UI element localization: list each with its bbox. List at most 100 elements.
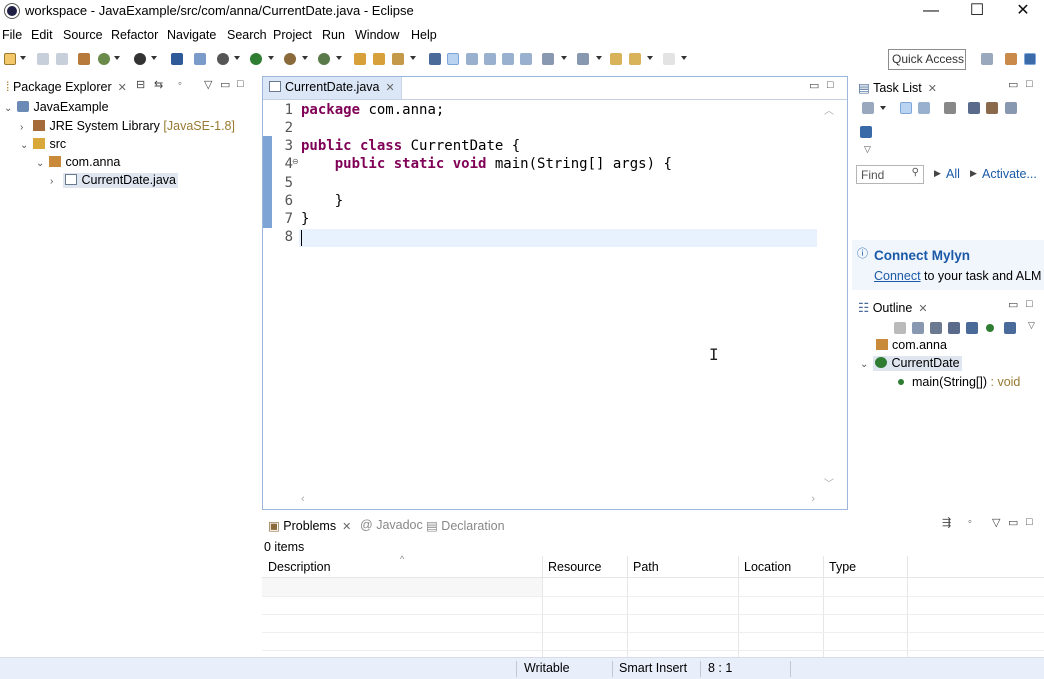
tree-jre-library[interactable]: › JRE System Library [JavaSE-1.8] [20, 119, 235, 137]
tree-src[interactable]: ⌄ src [20, 137, 66, 155]
column-header-location[interactable]: Location [744, 560, 791, 574]
close-icon[interactable]: ✕ [386, 82, 395, 94]
open-type-icon[interactable] [354, 53, 366, 65]
repository-icon[interactable] [860, 126, 872, 138]
close-icon[interactable]: ✕ [342, 521, 351, 533]
chevron-down-icon[interactable]: ▽ [992, 516, 1000, 529]
outline-method[interactable]: main(String[]) : void [898, 375, 1020, 393]
save-icon[interactable] [37, 53, 49, 65]
menu-refactor[interactable]: Refactor [111, 28, 158, 42]
run-icon[interactable] [250, 53, 262, 65]
word-wrap-icon[interactable] [484, 53, 496, 65]
maximize-icon[interactable]: □ [1026, 516, 1033, 528]
categorized-icon[interactable] [900, 102, 912, 114]
profile-icon[interactable] [134, 53, 146, 65]
java-ee-perspective-icon[interactable] [1005, 53, 1017, 65]
chevron-down-icon[interactable]: ▽ [864, 144, 871, 155]
connect-link[interactable]: Connect [874, 269, 921, 283]
menu-search[interactable]: Search [227, 28, 267, 42]
menu-help[interactable]: Help [411, 28, 437, 42]
maximize-icon[interactable]: □ [1026, 78, 1033, 90]
scheduled-icon[interactable] [918, 102, 930, 114]
view-menu-icon[interactable]: ◦ [178, 78, 182, 90]
collapse-icon[interactable] [1005, 102, 1017, 114]
close-button[interactable]: ✕ [1000, 0, 1044, 24]
chevron-down-icon[interactable]: ⌄ [4, 103, 14, 114]
new-icon[interactable] [4, 53, 16, 65]
tab-current-date-java[interactable]: CurrentDate.java ✕ [263, 77, 402, 99]
quick-access-input[interactable]: Quick Access [888, 49, 966, 70]
menu-project[interactable]: Project [273, 28, 312, 42]
new-task-dropdown-icon[interactable] [880, 106, 886, 110]
maximize-icon[interactable]: □ [237, 78, 244, 90]
menu-file[interactable]: File [2, 28, 22, 42]
debug-icon[interactable] [217, 53, 229, 65]
menu-source[interactable]: Source [63, 28, 103, 42]
tab-task-list[interactable]: ▤ Task List ✕ [852, 76, 943, 98]
external-tools-icon[interactable] [318, 53, 330, 65]
paragraph-icon[interactable] [520, 53, 532, 65]
find-input[interactable]: Find ⚲ [856, 165, 924, 184]
external-tools-dropdown-icon[interactable] [336, 56, 342, 60]
vertical-scrollbar[interactable]: ︿ ﹀ [823, 102, 835, 490]
tab-outline[interactable]: ☷ Outline ✕ [852, 296, 934, 318]
java-perspective-icon[interactable] [1024, 53, 1036, 65]
chevron-right-icon[interactable]: › [50, 176, 60, 187]
prev-annotation-dropdown-icon[interactable] [596, 56, 602, 60]
chevron-down-icon[interactable]: ⌄ [36, 158, 46, 169]
minimize-icon[interactable]: ▭ [220, 78, 230, 91]
minimize-icon[interactable]: ▭ [809, 79, 819, 92]
open-task-icon[interactable] [373, 53, 385, 65]
sync-icon[interactable] [944, 102, 956, 114]
chevron-down-icon[interactable]: ▽ [1028, 320, 1035, 331]
menu-edit[interactable]: Edit [31, 28, 53, 42]
sort-icon[interactable] [930, 322, 942, 334]
all-link[interactable]: All [946, 167, 960, 181]
menu-navigate[interactable]: Navigate [167, 28, 216, 42]
search-dropdown-icon[interactable] [410, 56, 416, 60]
column-header-path[interactable]: Path [633, 560, 659, 574]
minimize-button[interactable]: — [908, 0, 954, 24]
close-icon[interactable]: ✕ [118, 82, 127, 94]
console-icon[interactable] [171, 53, 183, 65]
column-header-resource[interactable]: Resource [548, 560, 602, 574]
maximize-icon[interactable]: □ [1026, 298, 1033, 310]
focus-outline-icon[interactable] [894, 322, 906, 334]
horizontal-scrollbar[interactable]: ‹ › [299, 493, 819, 509]
next-annotation-icon[interactable] [542, 53, 554, 65]
tab-problems[interactable]: ▣ Problems ✕ [262, 514, 357, 536]
maximize-icon[interactable]: □ [827, 79, 834, 91]
run-dropdown-icon[interactable] [268, 56, 274, 60]
next-annotation-dropdown-icon[interactable] [561, 56, 567, 60]
scroll-up-icon[interactable]: ︿ [824, 102, 834, 117]
new-dropdown-icon[interactable] [20, 56, 26, 60]
package-icon[interactable] [78, 53, 90, 65]
collapse-all-icon[interactable]: ⊟ [136, 78, 145, 91]
hide-non-public-icon[interactable] [986, 324, 994, 332]
column-header-type[interactable]: Type [829, 560, 856, 574]
collapse-all-icon[interactable] [912, 322, 924, 334]
scroll-right-icon[interactable]: › [811, 493, 815, 505]
coverage-dropdown-icon[interactable] [302, 56, 308, 60]
column-header-description[interactable]: Description [268, 560, 331, 574]
link-editor-icon[interactable]: ⇆ [154, 78, 163, 91]
forward-dropdown-icon[interactable] [681, 56, 687, 60]
focus-icon[interactable] [968, 102, 980, 114]
back-icon[interactable] [629, 53, 641, 65]
minimize-icon[interactable]: ▭ [1008, 78, 1018, 91]
coverage-icon[interactable] [284, 53, 296, 65]
save-all-icon[interactable] [56, 53, 68, 65]
chevron-down-icon[interactable]: ▽ [204, 78, 212, 91]
maximize-button[interactable]: ☐ [954, 0, 1000, 24]
scroll-left-icon[interactable]: ‹ [301, 493, 305, 505]
hide-fields-icon[interactable] [948, 322, 960, 334]
close-icon[interactable]: ✕ [918, 303, 927, 315]
hide-local-types-icon[interactable] [1004, 322, 1016, 334]
filter-icon[interactable]: ◦ [968, 516, 972, 528]
minimize-icon[interactable]: ▭ [1008, 516, 1018, 529]
chevron-down-icon[interactable]: ⌄ [20, 140, 30, 151]
tree-file[interactable]: › CurrentDate.java [50, 173, 178, 191]
hide-static-icon[interactable] [966, 322, 978, 334]
block-selection-icon[interactable] [466, 53, 478, 65]
open-perspective-icon[interactable] [981, 53, 993, 65]
